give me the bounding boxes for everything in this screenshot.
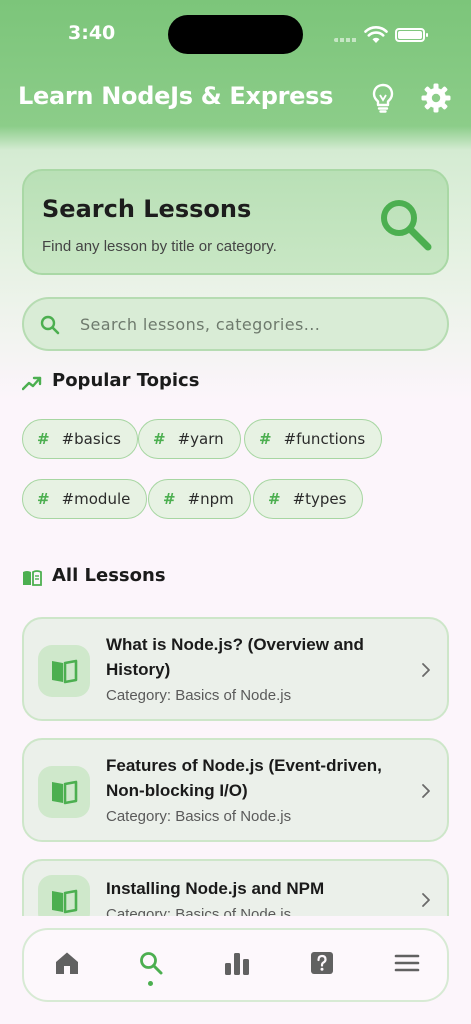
topic-chip[interactable]: # #yarn bbox=[138, 419, 241, 459]
hashtag-icon: # bbox=[37, 490, 50, 508]
active-indicator bbox=[148, 981, 153, 986]
lesson-title: Features of Node.js (Event-driven, Non-b… bbox=[106, 756, 382, 800]
open-book-icon bbox=[23, 570, 42, 586]
lesson-card[interactable]: Features of Node.js (Event-driven, Non-b… bbox=[22, 738, 449, 842]
search-icon bbox=[381, 200, 432, 251]
topic-chip-label: #module bbox=[61, 490, 131, 508]
search-icon bbox=[40, 315, 60, 335]
chevron-right-icon bbox=[422, 663, 430, 677]
hashtag-icon: # bbox=[163, 490, 176, 508]
all-lessons-title: All Lessons bbox=[52, 565, 166, 586]
nav-home[interactable] bbox=[46, 944, 86, 984]
book-icon bbox=[52, 889, 78, 914]
nav-search[interactable] bbox=[130, 944, 170, 986]
popular-topics-header: Popular Topics bbox=[22, 370, 242, 396]
hashtag-icon: # bbox=[153, 430, 166, 448]
lesson-card[interactable]: Installing Node.js and NPM Category: Bas… bbox=[22, 859, 449, 916]
topic-chip-label: #types bbox=[292, 490, 347, 508]
bar-chart-icon bbox=[225, 953, 249, 975]
dynamic-island bbox=[168, 15, 303, 54]
home-icon bbox=[56, 952, 78, 974]
book-icon bbox=[52, 659, 78, 684]
lesson-category: Category: Basics of Node.js bbox=[106, 906, 292, 916]
cellular-signal-icon bbox=[334, 38, 358, 42]
topic-chip-label: #npm bbox=[187, 490, 234, 508]
nav-menu[interactable] bbox=[386, 944, 426, 984]
search-card-title: Search Lessons bbox=[42, 195, 252, 223]
status-bar: 3:40 bbox=[0, 0, 471, 70]
hashtag-icon: # bbox=[37, 430, 50, 448]
topic-chip[interactable]: # #npm bbox=[148, 479, 251, 519]
lesson-card[interactable]: What is Node.js? (Overview and History) … bbox=[22, 617, 449, 721]
lightbulb-icon bbox=[372, 83, 394, 113]
hashtag-icon: # bbox=[268, 490, 281, 508]
status-time: 3:40 bbox=[68, 22, 116, 44]
app-bar: Learn NodeJs & Express bbox=[0, 70, 471, 126]
trending-up-icon bbox=[22, 376, 42, 391]
chevron-right-icon bbox=[422, 893, 430, 907]
lightbulb-button[interactable] bbox=[368, 82, 398, 114]
nav-quiz[interactable] bbox=[301, 944, 341, 984]
lesson-list[interactable]: What is Node.js? (Overview and History) … bbox=[0, 600, 471, 916]
lesson-icon-badge bbox=[38, 645, 90, 697]
popular-topics-title: Popular Topics bbox=[52, 370, 200, 391]
topic-chip[interactable]: # #basics bbox=[22, 419, 138, 459]
lesson-icon-badge bbox=[38, 875, 90, 916]
topic-chip[interactable]: # #types bbox=[253, 479, 364, 519]
chevron-right-icon bbox=[422, 784, 430, 798]
battery-icon bbox=[395, 28, 428, 42]
settings-button[interactable] bbox=[420, 82, 452, 114]
lesson-category: Category: Basics of Node.js bbox=[106, 687, 292, 704]
lesson-title: What is Node.js? (Overview and History) bbox=[106, 635, 364, 679]
wifi-icon bbox=[364, 26, 388, 43]
menu-icon bbox=[394, 954, 420, 972]
topic-chip-label: #functions bbox=[283, 430, 366, 448]
help-icon bbox=[311, 952, 333, 974]
search-lessons-card: Search Lessons Find any lesson by title … bbox=[22, 169, 449, 275]
lesson-icon-badge bbox=[38, 766, 90, 818]
bottom-navigation bbox=[22, 928, 449, 1002]
app-title: Learn NodeJs & Express bbox=[18, 82, 334, 110]
book-icon bbox=[52, 780, 78, 805]
topic-chip-label: #basics bbox=[61, 430, 121, 448]
topic-chip-label: #yarn bbox=[177, 430, 224, 448]
topic-chip[interactable]: # #functions bbox=[244, 419, 383, 459]
topic-chip[interactable]: # #module bbox=[22, 479, 148, 519]
all-lessons-header: All Lessons bbox=[22, 565, 222, 591]
search-input[interactable] bbox=[80, 299, 430, 349]
search-icon bbox=[140, 952, 163, 975]
lesson-title: Installing Node.js and NPM bbox=[106, 879, 325, 898]
search-input-container[interactable] bbox=[22, 297, 449, 351]
nav-statistics[interactable] bbox=[216, 944, 256, 984]
hashtag-icon: # bbox=[259, 430, 272, 448]
lesson-category: Category: Basics of Node.js bbox=[106, 808, 292, 825]
gear-icon bbox=[421, 83, 451, 113]
search-card-subtitle: Find any lesson by title or category. bbox=[42, 238, 277, 255]
